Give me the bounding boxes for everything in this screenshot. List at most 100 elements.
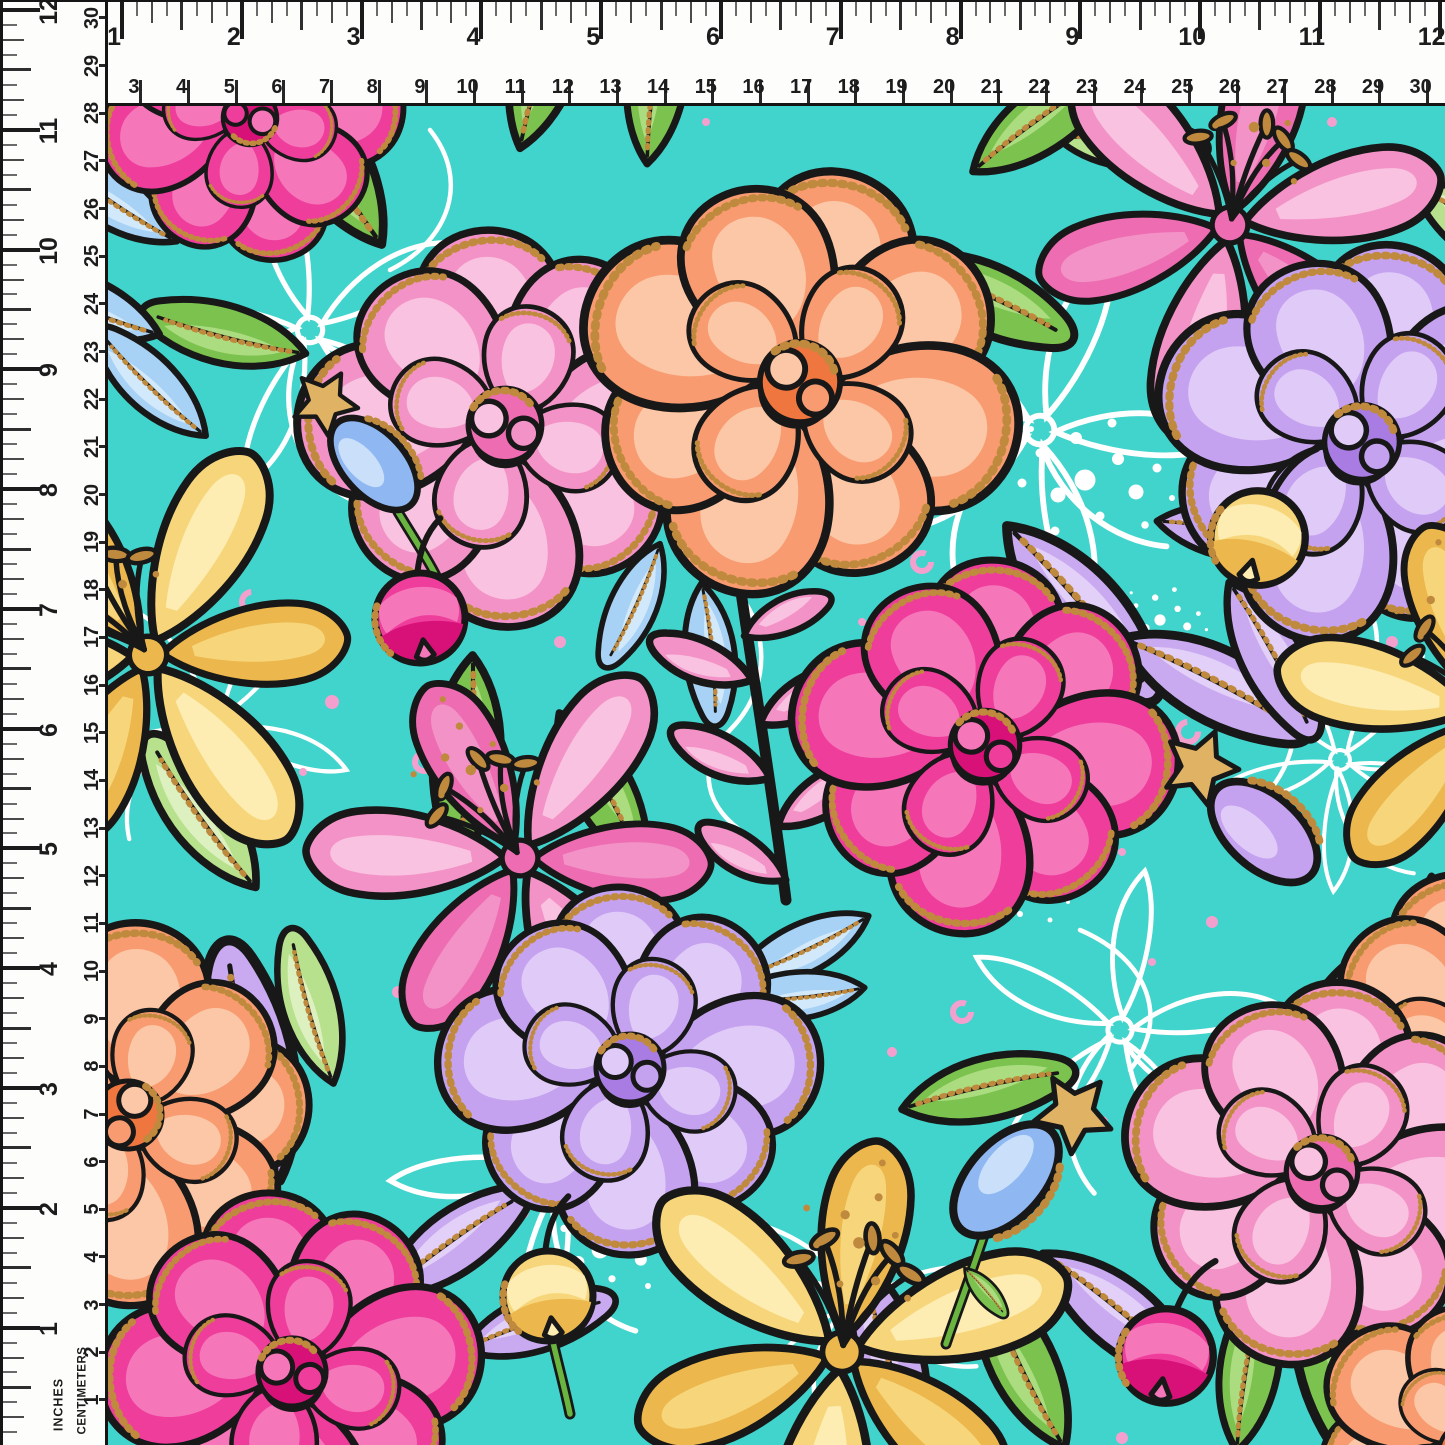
ruler-tick <box>3 383 17 385</box>
ruler-tick <box>3 443 17 445</box>
ruler-tick <box>3 862 17 864</box>
ruler-tick <box>660 2 663 30</box>
ruler-tick <box>3 503 17 505</box>
ruler-tick <box>3 234 17 236</box>
ruler-tick <box>3 1146 31 1149</box>
left-ruler-inch-label: 6 <box>38 698 60 762</box>
ruler-tick <box>271 2 273 23</box>
ruler-tick <box>3 1282 17 1284</box>
ruler-tick <box>166 2 168 16</box>
ruler-unit-inches-label: INCHES <box>52 1361 67 1445</box>
ruler-tick <box>196 2 198 16</box>
left-ruler-inch-label: 1 <box>38 1297 60 1361</box>
ruler-tick <box>1364 2 1366 16</box>
ruler-tick <box>3 1431 17 1433</box>
top-ruler-inch-label: 3 <box>322 24 386 52</box>
ruler-tick <box>1394 2 1396 16</box>
left-ruler-inch-label: 8 <box>38 458 60 522</box>
ruler-tick <box>420 2 423 30</box>
left-ruler-inch-label: 12 <box>38 0 60 43</box>
ruler-tick <box>3 144 17 146</box>
ruler-tick <box>3 1342 17 1344</box>
ruler-tick <box>3 877 24 879</box>
ruler-tick <box>825 2 827 16</box>
ruler-tick <box>136 2 138 16</box>
ruler-tick <box>810 2 812 23</box>
top-ruler-inch-label: 6 <box>681 24 745 52</box>
ruler-tick <box>1334 2 1336 16</box>
ruler-tick <box>1378 2 1381 30</box>
ruler-tick <box>3 832 17 834</box>
ruler-tick <box>3 667 31 670</box>
ruler-tick <box>3 1252 17 1254</box>
top-ruler-inch-label: 10 <box>1160 24 1224 52</box>
ruler-tick <box>3 683 17 685</box>
ruler-tick <box>180 2 183 30</box>
top-ruler-inch-label: 12 <box>1400 24 1445 52</box>
ruler-tick <box>3 353 17 355</box>
ruler-tick <box>3 1117 24 1119</box>
ruler-tick <box>1004 2 1006 16</box>
ruler-tick <box>735 2 737 16</box>
ruler-tick <box>3 1057 24 1059</box>
ruler-tick <box>286 2 288 16</box>
ruler-tick <box>585 2 587 16</box>
ruler-tick <box>331 2 333 23</box>
ruler-tick <box>3 952 17 954</box>
ruler-tick <box>885 2 887 16</box>
ruler-tick <box>1019 2 1022 30</box>
ruler-tick <box>3 713 17 715</box>
ruler-tick <box>300 2 303 30</box>
top-ruler-inch-label: 2 <box>202 24 266 52</box>
ruler-tick <box>1258 2 1261 30</box>
ruler-tick <box>3 99 24 101</box>
ruler-tick <box>915 2 917 16</box>
ruler-tick <box>3 1012 17 1014</box>
ruler-tick <box>930 2 932 23</box>
ruler-tick <box>855 2 857 16</box>
ruler-tick <box>899 2 902 30</box>
ruler-tick <box>3 1357 24 1359</box>
ruler-tick <box>1214 2 1216 16</box>
ruler-tick <box>3 54 17 56</box>
ruler-tick <box>630 2 632 23</box>
ruler-tick <box>989 2 991 23</box>
ruler-tick <box>1109 2 1111 23</box>
ruler-tick <box>3 264 17 266</box>
ruler-tick <box>3 1312 17 1314</box>
ruler-tick <box>3 937 24 939</box>
ruler-tick <box>3 114 17 116</box>
ruler-tick <box>3 323 17 325</box>
ruler-tick <box>1169 2 1171 23</box>
ruler-tick <box>3 1237 24 1239</box>
top-ruler-inch-label: 5 <box>561 24 625 52</box>
ruler-tick <box>151 2 153 23</box>
ruler-tick <box>1244 2 1246 16</box>
ruler-tick <box>1094 2 1096 16</box>
ruler-tick <box>3 308 31 311</box>
ruler-tick <box>3 458 24 460</box>
ruler-tick <box>3 758 24 760</box>
ruler-tick <box>3 473 17 475</box>
ruler-tick <box>3 204 17 206</box>
ruler-tick <box>3 518 24 520</box>
top-ruler-inch-label: 11 <box>1280 24 1344 52</box>
ruler-tick <box>3 219 24 221</box>
ruler-tick <box>3 1102 17 1104</box>
ruler-tick <box>3 1072 17 1074</box>
top-ruler-inch-label: 1 <box>108 24 146 52</box>
ruler-tick <box>3 533 17 535</box>
ruler-tick <box>3 1042 17 1044</box>
ruler-tick <box>750 2 752 23</box>
ruler-tick <box>1064 2 1066 16</box>
ruler-tick <box>1289 2 1291 23</box>
ruler-tick <box>3 1222 17 1224</box>
ruler-tick <box>765 2 767 16</box>
ruler-tick <box>3 84 17 86</box>
ruler-tick <box>3 907 31 910</box>
ruler-tick <box>3 818 24 820</box>
left-ruler-inch-label: 3 <box>38 1057 60 1121</box>
top-ruler-inch-label: 9 <box>1040 24 1104 52</box>
ruler-tick <box>1154 2 1156 16</box>
ruler-tick <box>3 922 17 924</box>
